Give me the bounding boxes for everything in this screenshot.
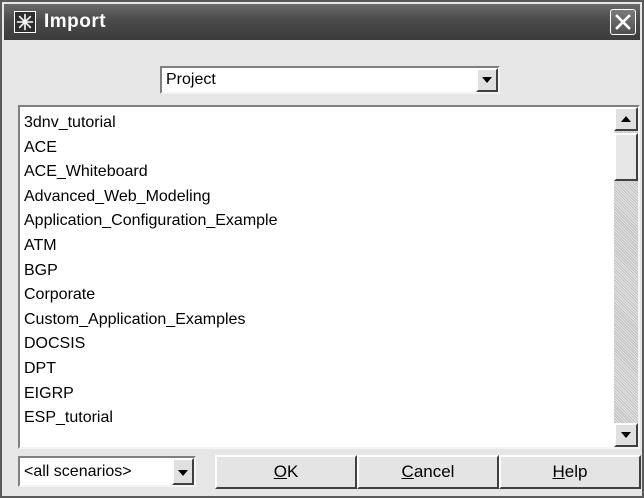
triangle-up-icon <box>621 116 631 122</box>
list-item[interactable]: DPT <box>24 357 278 382</box>
scroll-up-button[interactable] <box>614 107 638 131</box>
list-item[interactable]: Application_Configuration_Example <box>24 209 278 234</box>
star-burst-icon <box>14 11 36 33</box>
triangle-down-icon <box>482 77 492 83</box>
source-type-select[interactable]: Project <box>160 66 500 94</box>
ok-mnemonic: O <box>273 462 287 481</box>
help-mnemonic: H <box>552 462 565 481</box>
project-list-items: 3dnv_tutorial ACE ACE_Whiteboard Advanced_W… <box>24 111 278 431</box>
triangle-down-icon <box>178 470 188 476</box>
scroll-down-button[interactable] <box>614 423 638 447</box>
ok-button[interactable]: OK <box>215 455 357 489</box>
close-button[interactable] <box>610 9 636 35</box>
list-item[interactable]: ESP_tutorial <box>24 406 278 431</box>
list-item[interactable]: BGP <box>24 259 278 284</box>
vertical-scrollbar[interactable] <box>614 107 638 447</box>
cancel-button[interactable]: Cancel <box>357 455 499 489</box>
help-label-rest: elp <box>564 462 588 481</box>
cancel-label-rest: ancel <box>413 462 455 481</box>
list-item[interactable]: Advanced_Web_Modeling <box>24 185 278 210</box>
list-item[interactable]: ACE <box>24 136 278 161</box>
list-item[interactable]: ATM <box>24 234 278 259</box>
help-button[interactable]: Help <box>499 455 641 489</box>
list-item[interactable]: Custom_Application_Examples <box>24 308 278 333</box>
list-item[interactable]: DOCSIS <box>24 332 278 357</box>
project-list[interactable]: 3dnv_tutorial ACE ACE_Whiteboard Advanced_W… <box>18 105 640 449</box>
scenario-select[interactable]: <all scenarios> <box>18 456 196 487</box>
close-x-icon <box>615 14 631 30</box>
import-dialog: Import Project 3dnv_tutorial ACE ACE_White… <box>0 0 644 498</box>
scenario-dropdown-button[interactable] <box>172 458 194 485</box>
ok-label-rest: K <box>286 462 299 481</box>
cancel-mnemonic: C <box>401 462 414 481</box>
source-type-value: Project <box>166 71 216 88</box>
scenario-value: <all scenarios> <box>24 463 132 480</box>
source-type-dropdown-button[interactable] <box>476 68 498 92</box>
list-item[interactable]: EIGRP <box>24 382 278 407</box>
scroll-thumb[interactable] <box>614 133 638 181</box>
list-item[interactable]: 3dnv_tutorial <box>24 111 278 136</box>
list-item[interactable]: ACE_Whiteboard <box>24 160 278 185</box>
list-item[interactable]: Corporate <box>24 283 278 308</box>
triangle-down-icon <box>621 432 631 438</box>
dialog-title: Import <box>44 11 107 32</box>
title-bar[interactable]: Import <box>4 4 640 40</box>
